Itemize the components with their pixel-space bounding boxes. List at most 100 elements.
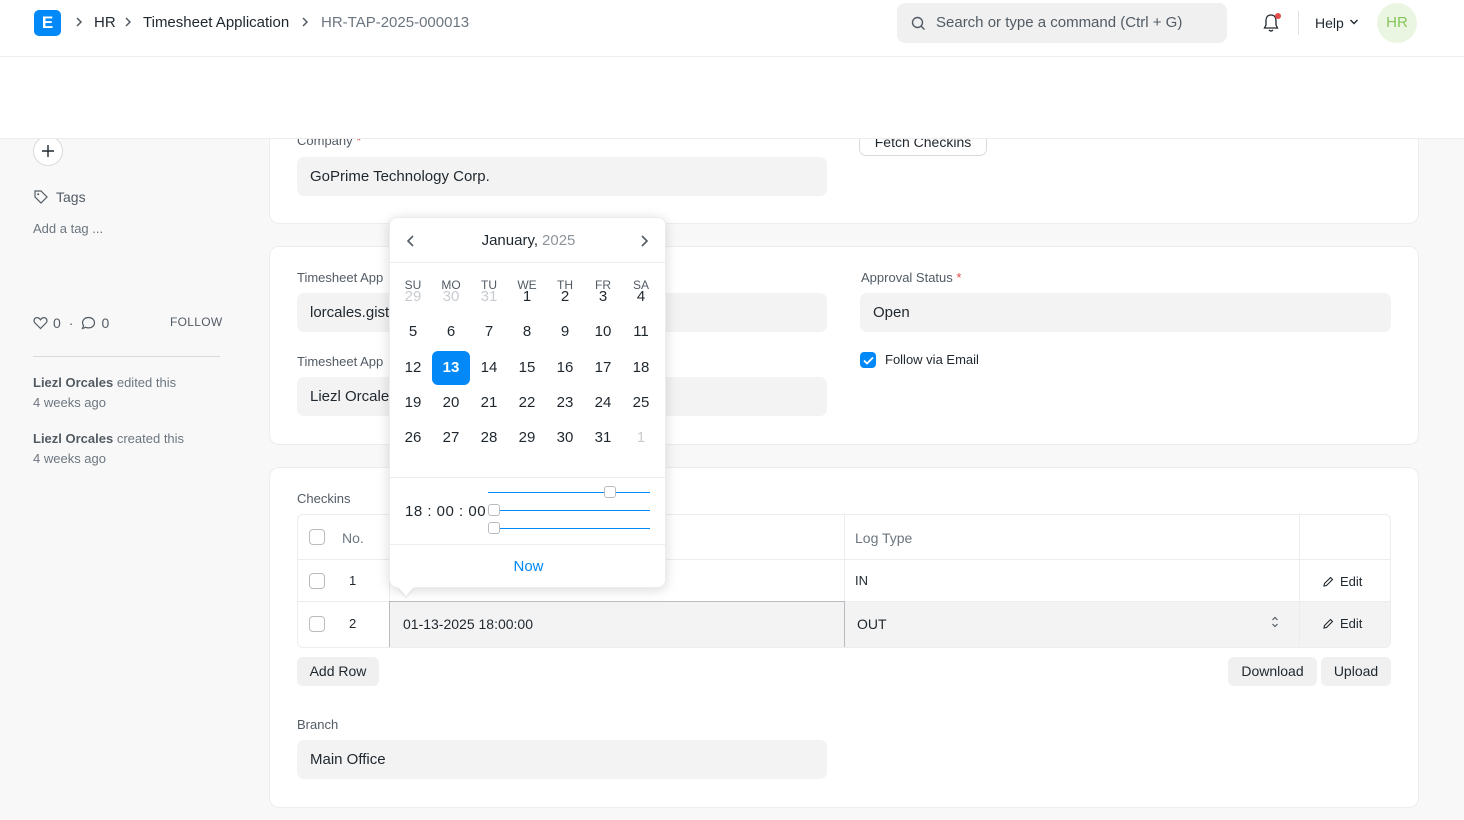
status-dot <box>238 95 242 100</box>
now-button[interactable]: Now <box>390 558 667 575</box>
add-attachment-button[interactable] <box>33 136 63 166</box>
breadcrumb-hr[interactable]: HR <box>94 14 116 32</box>
likes-count: 0 <box>53 315 61 331</box>
actions-button[interactable]: Actions <box>1328 81 1419 113</box>
calendar-day[interactable]: 6 <box>432 315 470 349</box>
second-slider-thumb[interactable] <box>488 522 500 534</box>
comment-icon[interactable] <box>81 316 96 330</box>
datepicker-month[interactable]: January, <box>482 232 538 249</box>
branch-field[interactable]: Main Office <box>297 740 827 779</box>
activity-user[interactable]: Liezl Orcales <box>33 431 113 446</box>
calendar-day[interactable]: 25 <box>622 386 660 420</box>
download-button[interactable]: Download <box>1228 657 1317 686</box>
calendar-day[interactable]: 31 <box>584 421 622 455</box>
minute-slider-thumb[interactable] <box>488 504 500 516</box>
chevron-updown-icon <box>1400 92 1406 102</box>
log-type-cell[interactable]: IN <box>855 573 868 588</box>
row-number: 1 <box>349 573 357 588</box>
hour-slider-thumb[interactable] <box>603 486 616 498</box>
calendar-day[interactable]: 17 <box>584 351 622 385</box>
status-text: For First Approval <box>248 90 351 105</box>
minute-slider-track[interactable] <box>488 510 650 511</box>
company-label-text: Company <box>297 133 353 148</box>
activity-item: Liezl Orcales edited this 4 weeks ago <box>33 373 176 413</box>
row-checkbox[interactable] <box>309 573 325 589</box>
status-badge: For First Approval <box>228 84 362 112</box>
calendar-day[interactable]: 18 <box>622 351 660 385</box>
datetime-input[interactable]: 01-13-2025 18:00:00 <box>389 601 845 647</box>
app-logo[interactable]: E <box>34 10 61 36</box>
calendar-day[interactable]: 8 <box>508 315 546 349</box>
printer-icon <box>1256 90 1273 105</box>
log-type-select[interactable]: OUT <box>857 616 887 632</box>
search-icon <box>911 16 925 30</box>
edit-label: Edit <box>1340 616 1363 631</box>
calendar-day[interactable]: 22 <box>508 386 546 420</box>
calendar-day[interactable]: 16 <box>546 351 584 385</box>
calendar-day[interactable]: 20 <box>432 386 470 420</box>
calendar-day[interactable]: 10 <box>584 315 622 349</box>
calendar-day[interactable]: 7 <box>470 315 508 349</box>
breadcrumb-document[interactable]: HR-TAP-2025-000013 <box>321 14 469 32</box>
calendar-day[interactable]: 21 <box>470 386 508 420</box>
more-options-button[interactable] <box>1288 81 1321 114</box>
help-dropdown[interactable]: Help <box>1315 15 1344 31</box>
company-field[interactable]: GoPrime Technology Corp. <box>297 157 827 196</box>
print-button[interactable] <box>1248 81 1281 114</box>
add-tag-link[interactable]: Add a tag ... <box>33 221 103 236</box>
hour-slider-track[interactable] <box>488 492 650 493</box>
previous-doc-button[interactable] <box>1169 81 1202 114</box>
approver-label: Timesheet App <box>297 270 384 285</box>
approval-status-select[interactable]: Open <box>860 293 1391 332</box>
calendar-day[interactable]: 30 <box>546 421 584 455</box>
calendar-day[interactable]: 19 <box>394 386 432 420</box>
chevron-right-icon <box>302 17 309 27</box>
follow-button[interactable]: FOLLOW <box>170 315 222 329</box>
calendar-day[interactable]: 23 <box>546 386 584 420</box>
sidebar-toggle-icon[interactable] <box>35 89 52 103</box>
calendar-day[interactable]: 14 <box>470 351 508 385</box>
calendar-day[interactable]: 26 <box>394 421 432 455</box>
calendar-day[interactable]: 12 <box>394 351 432 385</box>
second-slider-track[interactable] <box>488 528 650 529</box>
upload-button[interactable]: Upload <box>1321 657 1391 686</box>
edit-row-button[interactable]: Edit <box>1323 616 1362 631</box>
follow-email-checkbox[interactable] <box>860 352 876 368</box>
chevron-right-icon <box>125 17 132 27</box>
add-row-button[interactable]: Add Row <box>297 657 379 686</box>
calendar-day[interactable]: 4 <box>622 280 660 314</box>
edit-row-button[interactable]: Edit <box>1323 574 1362 589</box>
calendar-day[interactable]: 29 <box>394 280 432 314</box>
heart-icon[interactable] <box>33 316 48 330</box>
calendar-day[interactable]: 29 <box>508 421 546 455</box>
calendar-day[interactable]: 11 <box>622 315 660 349</box>
calendar-day[interactable]: 2 <box>546 280 584 314</box>
datepicker-year[interactable]: 2025 <box>542 232 575 249</box>
calendar-day[interactable]: 1 <box>622 421 660 455</box>
calendar-day[interactable]: 9 <box>546 315 584 349</box>
calendar-day[interactable]: 27 <box>432 421 470 455</box>
next-month-icon[interactable] <box>637 234 651 248</box>
calendar-day[interactable]: 3 <box>584 280 622 314</box>
calendar-day[interactable]: 15 <box>508 351 546 385</box>
calendar-day[interactable]: 28 <box>470 421 508 455</box>
search-input[interactable]: Search or type a command (Ctrl + G) <box>897 3 1227 43</box>
activity-time: 4 weeks ago <box>33 451 106 466</box>
calendar-day[interactable]: 5 <box>394 315 432 349</box>
calendar-day[interactable]: 1 <box>508 280 546 314</box>
pencil-icon <box>1323 618 1334 629</box>
fetch-checkins-button[interactable]: Fetch Checkins <box>859 125 987 156</box>
select-all-checkbox[interactable] <box>309 529 325 545</box>
row-checkbox[interactable] <box>309 616 325 632</box>
activity-user[interactable]: Liezl Orcales <box>33 375 113 390</box>
notification-dot <box>1275 13 1281 19</box>
page-title: Employee One <box>63 83 223 109</box>
calendar-day[interactable]: 24 <box>584 386 622 420</box>
calendar-day[interactable]: 30 <box>432 280 470 314</box>
row-number: 2 <box>349 616 357 631</box>
user-avatar[interactable]: HR <box>1377 3 1417 43</box>
calendar-day[interactable]: 31 <box>470 280 508 314</box>
calendar-day-selected[interactable]: 13 <box>432 351 470 385</box>
breadcrumb-timesheet-application[interactable]: Timesheet Application <box>143 14 289 32</box>
next-doc-button[interactable] <box>1209 81 1242 114</box>
